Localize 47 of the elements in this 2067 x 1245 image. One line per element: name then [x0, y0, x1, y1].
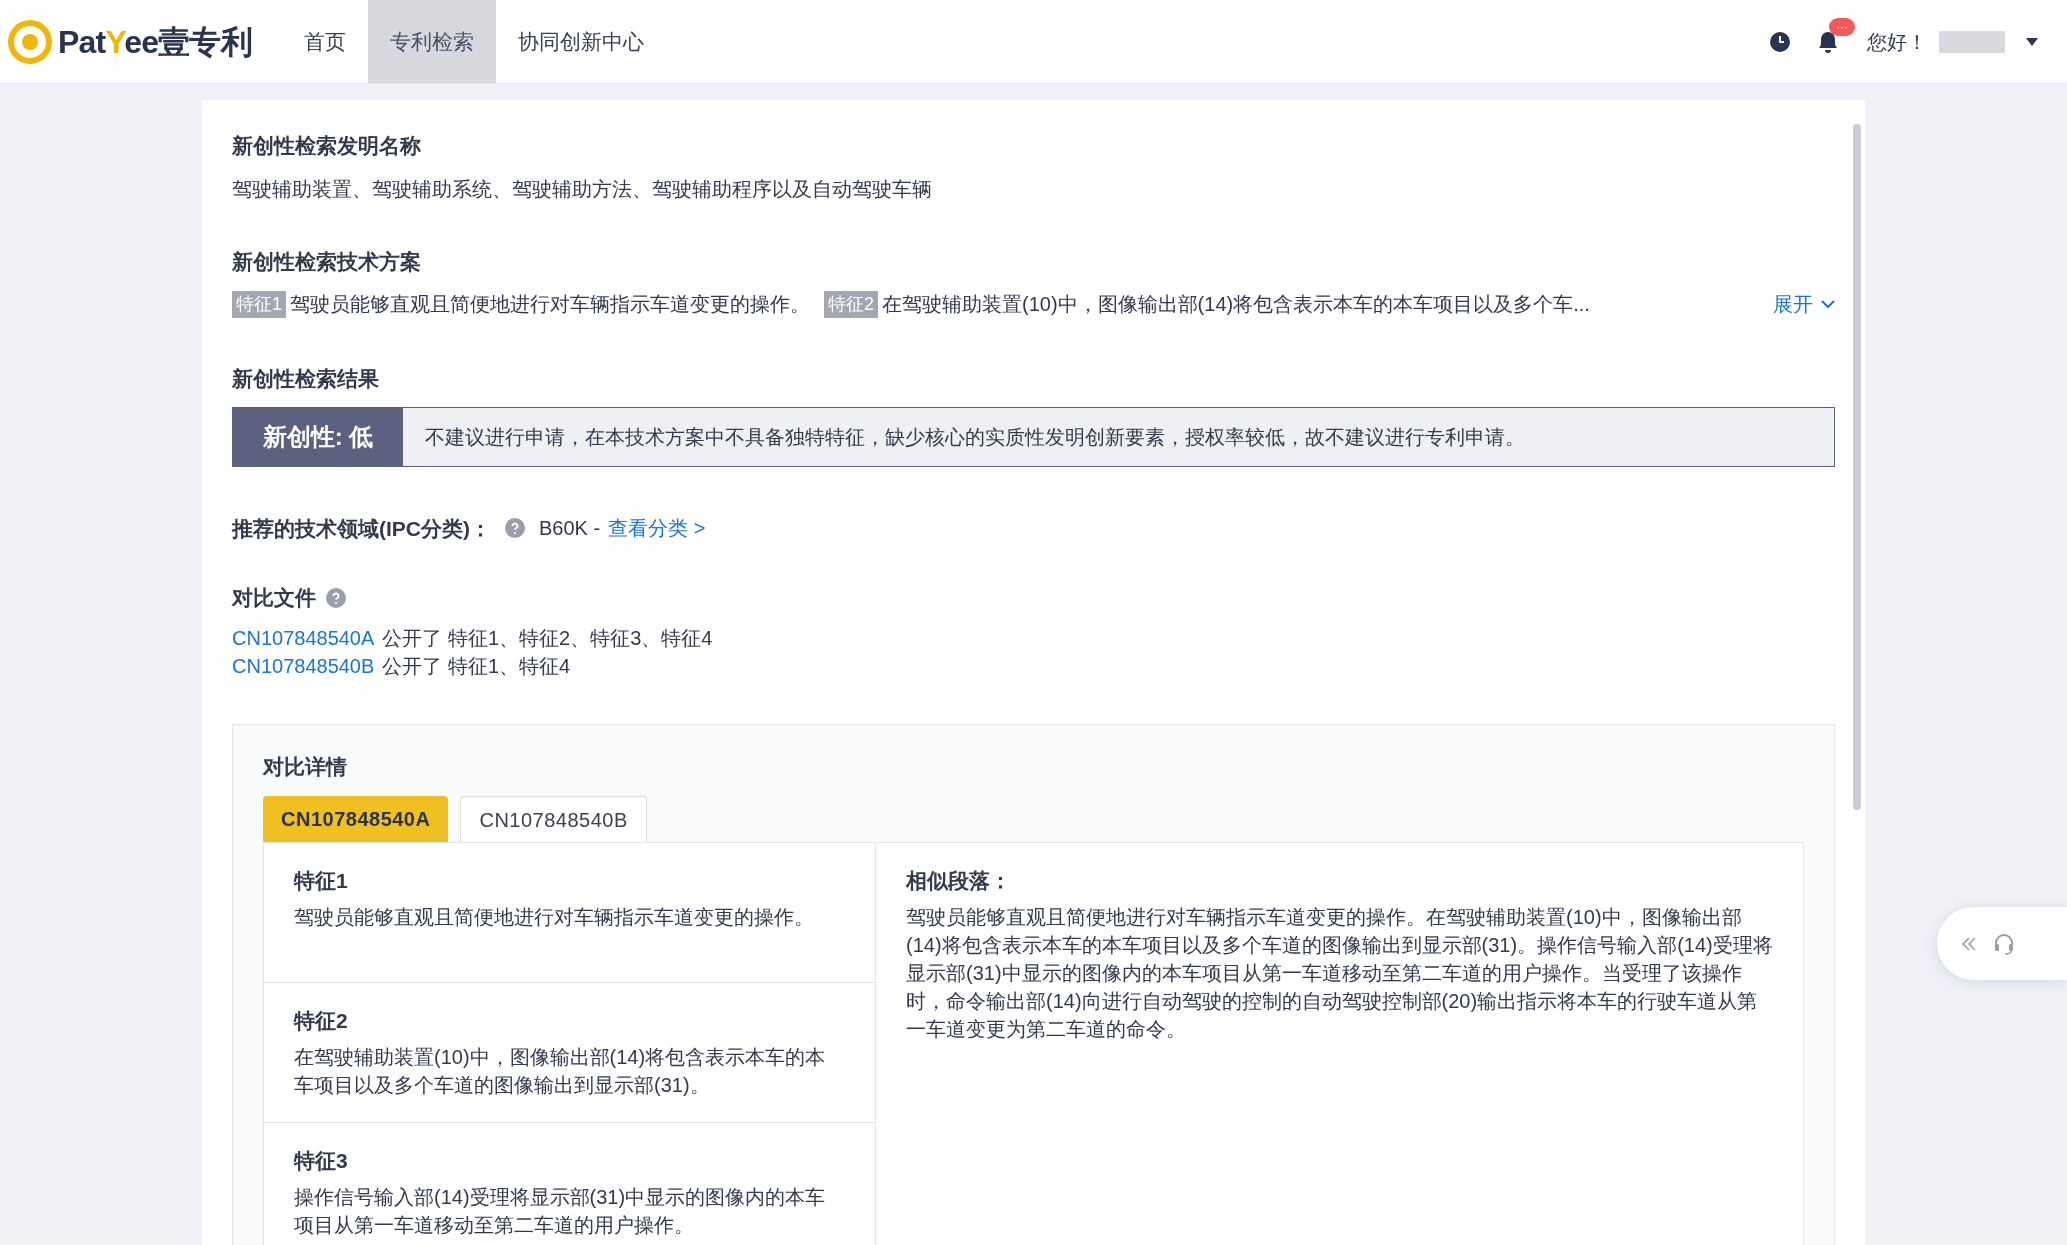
nav-tab[interactable]: 首页 — [281, 0, 368, 83]
document-tab[interactable]: CN107848540B — [460, 796, 647, 842]
logo-text[interactable]: PatYee壹专利 — [58, 17, 252, 66]
chevron-down-icon[interactable] — [1821, 299, 1835, 309]
feature-title: 特征3 — [294, 1148, 349, 1174]
section-title: 对比详情 — [263, 753, 348, 780]
feature-title: 特征2 — [294, 1008, 349, 1034]
feature-tag: 特征2 — [824, 290, 879, 318]
section-title: 新创性检索发明名称 — [232, 133, 422, 159]
help-icon[interactable] — [505, 518, 525, 539]
username-placeholder — [1939, 30, 2005, 53]
patent-link[interactable]: CN107848540A — [232, 623, 375, 652]
result-description: 不建议进行申请，在本技术方案中不具备独特特征，缺少核心的实质性发明创新要素，授权率较低，故不建议进行专利申请。 — [424, 424, 1526, 450]
greeting-text: 您好！ — [1867, 29, 1927, 55]
feature-title: 特征1 — [294, 868, 349, 894]
scrollbar[interactable] — [1853, 124, 1861, 810]
ipc-code: B60K - — [539, 516, 601, 542]
patent-link[interactable]: CN107848540B — [232, 651, 375, 680]
section-title: 新创性检索结果 — [232, 366, 380, 392]
section-title: 新创性检索技术方案 — [232, 248, 422, 275]
document-tab[interactable]: CN107848540A — [263, 796, 449, 842]
bell-icon[interactable] — [1817, 29, 1839, 54]
feature-description: 操作信号输入部(14)受理将显示部(31)中显示的图像内的本车项目从第一车道移动至第二车道的用户操作。 — [294, 1184, 827, 1238]
expand-link[interactable]: 展开 — [1773, 289, 1835, 319]
help-icon[interactable] — [326, 587, 346, 608]
reference-text: 公开了 特征1、特征2、特征3、特征4 — [382, 625, 713, 651]
logo-icon — [8, 19, 52, 64]
feature-description: 驾驶员能够直观且简便地进行对车辆指示车道变更的操作。 — [294, 904, 815, 930]
clock-icon[interactable] — [1769, 30, 1791, 53]
feature-tag: 特征1 — [232, 290, 286, 318]
caret-icon[interactable] — [2025, 36, 2039, 47]
ipc-label: 推荐的技术领域(IPC分类)： — [232, 515, 491, 542]
double-chevron-icon[interactable] — [1961, 935, 1977, 952]
nav-tab[interactable]: 专利检索 — [367, 0, 496, 83]
reference-text: 公开了 特征1、特征4 — [382, 653, 571, 679]
invention-name-text: 驾驶辅助装置、驾驶辅助系统、驾驶辅助方法、驾驶辅助程序以及自动驾驶车辆 — [232, 176, 933, 202]
similar-paragraph-title: 相似段落： — [906, 868, 1012, 894]
nav-tab[interactable]: 协同创新中心 — [495, 0, 666, 83]
feature-description: 在驾驶辅助装置(10)中，图像输出部(14)将包含表示本车的本车项目以及多个车道的图像输出到显示部(31)。 — [294, 1044, 827, 1098]
feature-text: 在驾驶辅助装置(10)中，图像输出部(14)将包含表示本车的本车项目以及多个车... — [882, 292, 1590, 317]
section-title: 对比文件 — [232, 585, 316, 611]
similar-paragraph-text: 驾驶员能够直观且简便地进行对车辆指示车道变更的操作。在驾驶辅助装置(10)中，图像输出部(14)将包含表示本车的本车项目以及多个车道的图像输出到显示部(31)。操作信号输入部(14)受理将显示部(31)中显示的图像内的本车项目从第一车道移动至第二车道的用户操作。当受理了该操作时，命令输出部(14)向进行自动驾驶的控制的自动驾驶控制部(20)输出指示将本车的行驶车道从第一车道变更为第二车道的命令。 — [906, 904, 1773, 1042]
headset-icon[interactable] — [1993, 932, 2015, 955]
view-classification-link[interactable]: 查看分类 > — [608, 513, 706, 544]
feature-text: 驾驶员能够直观且简便地进行对车辆指示车道变更的操作。 — [290, 292, 810, 317]
notification-badge: ··· — [1829, 17, 1855, 36]
rating-label: 新创性: 低 — [233, 407, 403, 466]
